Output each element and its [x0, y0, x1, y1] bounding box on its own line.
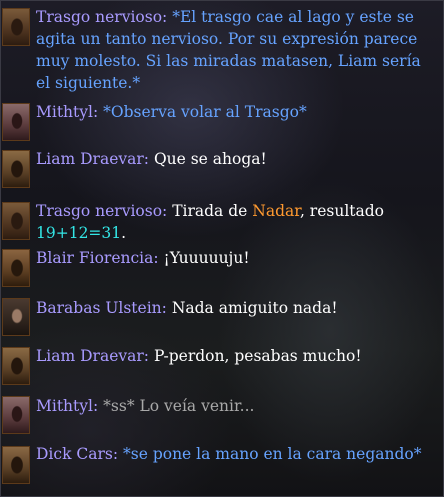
chat-message: Mithtyl: *ss* Lo veía venir...	[36, 395, 436, 417]
liam-portrait[interactable]	[2, 347, 30, 385]
chat-message: Barabas Ulstein: Nada amiguito nada!	[36, 297, 436, 319]
speaker-name[interactable]: Barabas Ulstein:	[36, 299, 167, 317]
trasgo-portrait[interactable]	[2, 202, 30, 240]
chat-message: Liam Draevar: P-perdon, pesabas mucho!	[36, 345, 436, 367]
speaker-name[interactable]: Trasgo nervioso:	[36, 8, 167, 26]
speaker-name[interactable]: Liam Draevar:	[36, 150, 149, 168]
dick-portrait[interactable]	[2, 446, 30, 484]
message-text: *ss* Lo veía venir...	[103, 397, 255, 415]
speaker-name[interactable]: Trasgo nervioso:	[36, 202, 167, 220]
blair-portrait[interactable]	[2, 249, 30, 287]
message-text: ¡Yuuuuuju!	[163, 249, 250, 267]
trasgo-portrait[interactable]	[2, 8, 30, 46]
speaker-name[interactable]: Dick Cars:	[36, 445, 118, 463]
liam-portrait[interactable]	[2, 150, 30, 188]
message-text: Nada amiguito nada!	[171, 299, 338, 317]
chat-message: Trasgo nervioso: *El trasgo cae al lago …	[36, 6, 436, 94]
mithtyl-portrait[interactable]	[2, 103, 30, 141]
roll-result: 19+12=31	[36, 224, 122, 242]
mithtyl-portrait[interactable]	[2, 396, 30, 434]
message-text: *Observa volar al Trasgo*	[103, 103, 307, 121]
message-text: P-perdon, pesabas mucho!	[153, 347, 362, 365]
skill-name: Nadar	[252, 202, 300, 220]
message-text: *se pone la mano en la cara negando*	[123, 445, 422, 463]
chat-message: Blair Fiorencia: ¡Yuuuuuju!	[36, 247, 436, 269]
speaker-name[interactable]: Blair Fiorencia:	[36, 249, 159, 267]
chat-message: Trasgo nervioso: Tirada de Nadar, result…	[36, 200, 436, 244]
chat-message: Liam Draevar: Que se ahoga!	[36, 148, 436, 170]
speaker-name[interactable]: Liam Draevar:	[36, 347, 149, 365]
roll-text-prefix: Tirada de	[172, 202, 248, 220]
chat-message: Mithtyl: *Observa volar al Trasgo*	[36, 101, 436, 123]
speaker-name[interactable]: Mithtyl:	[36, 397, 98, 415]
chat-message: Dick Cars: *se pone la mano en la cara n…	[36, 443, 436, 465]
message-text: Que se ahoga!	[153, 150, 267, 168]
roll-text-suffix: .	[121, 224, 127, 242]
speaker-name[interactable]: Mithtyl:	[36, 103, 98, 121]
roll-text-mid: , resultado	[299, 202, 385, 220]
barabas-portrait[interactable]	[2, 298, 30, 336]
